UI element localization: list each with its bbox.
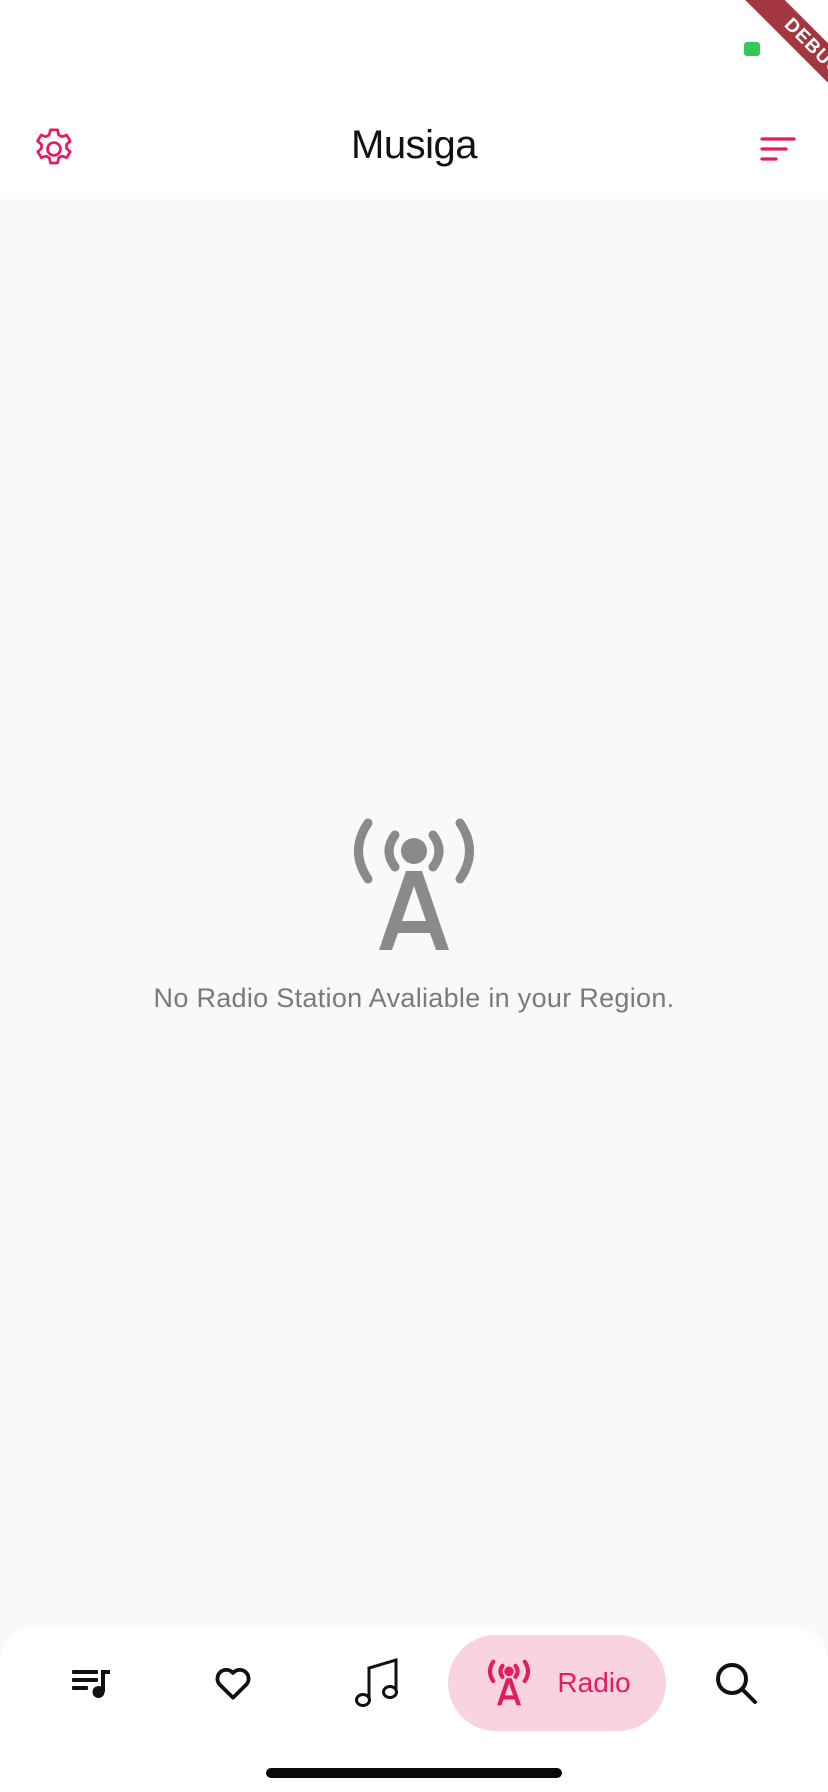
nav-item-radio[interactable]: Radio [448,1635,666,1731]
search-icon [716,1663,757,1704]
nav-item-radio-label: Radio [557,1667,631,1698]
top-bar: Musiga DEBUG [0,0,828,199]
nav-item-songs[interactable] [334,1635,420,1731]
empty-state-message: No Radio Station Avaliable in your Regio… [153,983,675,1013]
sort-button[interactable] [752,123,804,175]
status-bar [0,0,828,90]
heart-icon [215,1667,251,1700]
nav-item-search[interactable] [693,1635,779,1731]
bottom-navigation: Radio [0,1627,828,1792]
queue-music-icon [72,1670,110,1698]
nav-item-favorites[interactable] [190,1635,276,1731]
empty-state: No Radio Station Avaliable in your Regio… [0,815,828,1014]
music-note-icon [355,1657,398,1707]
screen: Musiga DEBUG No Radio Station Avaliable … [0,0,828,1792]
radio-tower-icon [488,1659,531,1706]
battery-icon [744,42,760,56]
home-indicator [266,1768,562,1778]
app-bar: Musiga [0,95,828,195]
page-title: Musiga [351,123,477,167]
sort-lines-icon [760,137,796,161]
radio-tower-icon [354,818,474,950]
nav-item-queue[interactable] [48,1635,134,1731]
